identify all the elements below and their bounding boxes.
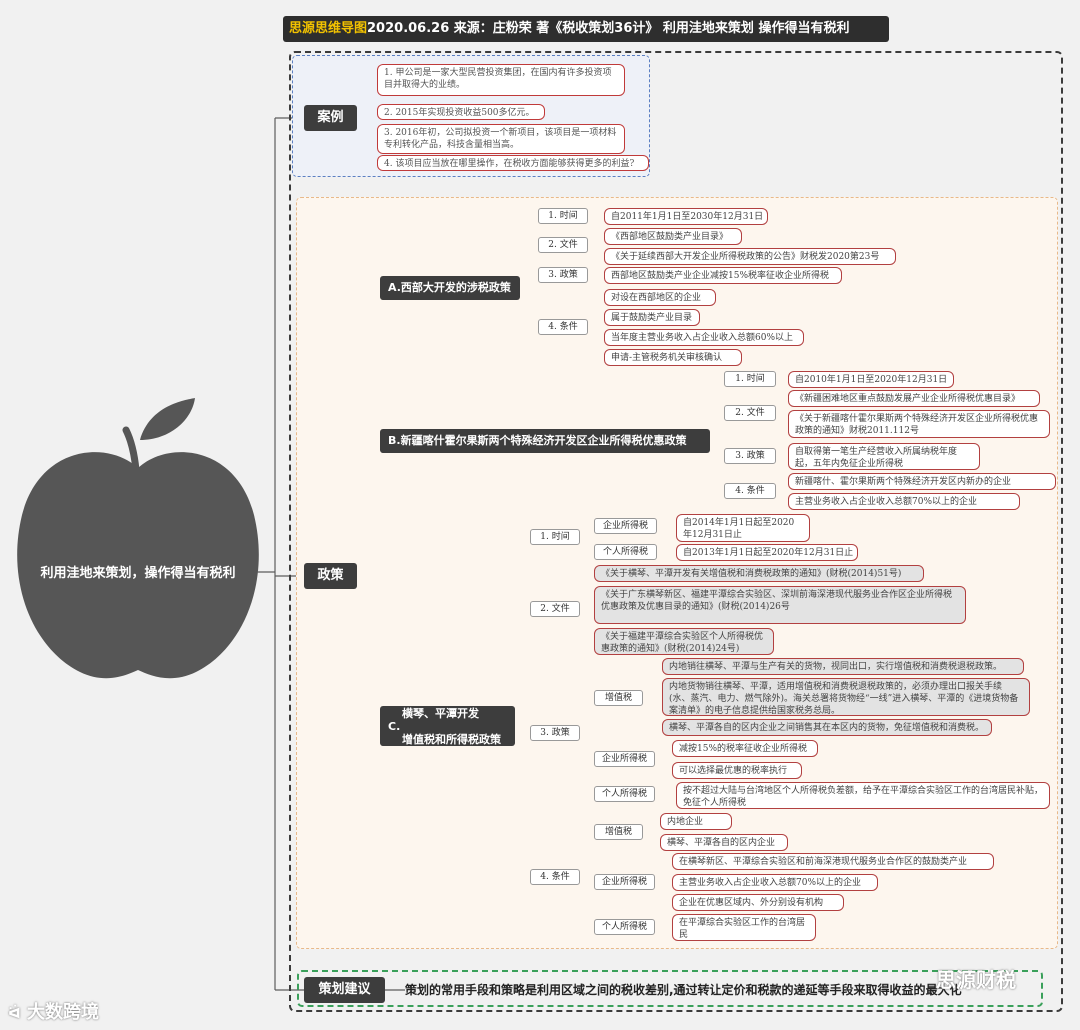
policy-b-doc: 《新疆困难地区重点鼓励发展产业企业所得税优惠目录》 [788,390,1040,407]
policy-b-cond-label: 4. 条件 [724,483,776,499]
policy-a-cond: 当年度主营业务收入占企业收入总额60%以上 [604,329,804,346]
policy-b-policy-label: 3. 政策 [724,448,776,464]
policy-a-cond: 属于鼓励类产业目录 [604,309,700,326]
policy-a-cond-label: 4. 条件 [538,319,588,335]
policy-c-cond-vat: 横琴、平潭各自的区内企业 [660,834,788,851]
policy-a-time: 自2011年1月1日至2030年12月31日 [604,208,768,225]
policy-c-time-sub: 个人所得税 [594,544,657,560]
policy-c-title-line2: 增值税和所得税政策 [402,733,501,746]
policy-b-docs-label: 2. 文件 [724,405,776,421]
policy-a-docs-label: 2. 文件 [538,237,588,253]
policy-c-iit: 按不超过大陆与台湾地区个人所得税负差额，给予在平潭综合实验区工作的台湾居民补贴，… [676,782,1050,809]
policy-b-cond: 主营业务收入占企业收入总额70%以上的企业 [788,493,1020,510]
policy-c-cond-cit: 企业在优惠区域内、外分别设有机构 [672,894,844,911]
case-item: 4. 该项目应当放在哪里操作，在税收方面能够获得更多的利益? [377,155,649,171]
watermark-left: ᐛ 大数跨境 [8,998,99,1024]
watermark-right: 思源财税 [936,964,1016,993]
policy-b-cond: 新疆喀什、霍尔果斯两个特殊经济开发区内新办的企业 [788,473,1056,490]
policy-b-time-label: 1. 时间 [724,371,776,387]
policy-c-cit: 可以选择最优惠的税率执行 [672,762,802,779]
policy-a-time-label: 1. 时间 [538,208,588,224]
policy-c-cit: 减按15%的税率征收企业所得税 [672,740,818,757]
logo-icon: ᐛ [8,1006,21,1022]
policy-a-doc: 《西部地区鼓励类产业目录》 [604,228,742,245]
apple-icon [17,398,259,679]
policy-c-time-label: 1. 时间 [530,529,580,545]
watermark-right-text: 思源财税 [936,968,1016,992]
policy-c-docs-label: 2. 文件 [530,601,580,617]
section-case: 案例 [304,105,357,131]
policy-c-cond-sub: 增值税 [594,824,643,840]
policy-c-cond-label: 4. 条件 [530,869,580,885]
policy-b-title: B.新疆喀什霍尔果斯两个特殊经济开发区企业所得税优惠政策 [380,429,710,453]
policy-c-cond-cit: 在横琴新区、平潭综合实验区和前海深港现代服务业合作区的鼓励类产业 [672,853,994,870]
policy-a-doc: 《关于延续西部大开发企业所得税政策的公告》财税发2020第23号 [604,248,896,265]
policy-a-title: A.西部大开发的涉税政策 [380,276,520,300]
policy-c-doc: 《关于广东横琴新区、福建平潭综合实验区、深圳前海深港现代服务业合作区企业所得税优… [594,586,966,624]
policy-c-title: 横琴、平潭开发 C. 增值税和所得税政策 [380,706,515,746]
section-policy: 政策 [304,563,357,589]
policy-c-time: 自2014年1月1日起至2020年12月31日止 [676,514,810,542]
policy-c-doc: 《关于福建平潭综合实验区个人所得税优惠政策的通知》(财税(2014)24号) [594,628,774,655]
case-item: 2. 2015年实现投资收益500多亿元。 [377,104,545,120]
policy-c-title-line1: 横琴、平潭开发 [402,707,479,720]
policy-c-vat: 内地销往横琴、平潭与生产有关的货物，视同出口，实行增值税和消费税退税政策。 [662,658,1024,675]
banner-text: 2020.06.26 来源：庄粉荣 著《税收策划36计》 利用洼地来策划 操作得… [367,21,850,36]
policy-a-cond: 对设在西部地区的企业 [604,289,716,306]
policy-c-title-prefix: C. [388,720,401,733]
policy-c-vat: 内地货物销往横琴、平潭，适用增值税和消费税退税政策的，必须办理出口报关手续(水、… [662,678,1030,716]
policy-c-time-sub: 企业所得税 [594,518,657,534]
policy-c-policy-label: 3. 政策 [530,725,580,741]
policy-c-cond-iit: 在平潭综合实验区工作的台湾居民 [672,914,816,941]
policy-b-doc: 《关于新疆喀什霍尔果斯两个特殊经济开发区企业所得税优惠政策的通知》财税2011.… [788,410,1050,438]
root-topic: 利用洼地来策划，操作得当有税利 [40,566,236,581]
policy-c-cond-sub: 企业所得税 [594,874,655,890]
title-banner: 思源思维导图2020.06.26 来源：庄粉荣 著《税收策划36计》 利用洼地来… [283,16,889,42]
policy-c-policy-sub: 增值税 [594,690,643,706]
policy-a-cond: 申请-主管税务机关审核确认 [604,349,742,366]
policy-b-time: 自2010年1月1日至2020年12月31日 [788,371,954,388]
banner-prefix: 思源思维导图 [289,21,368,36]
case-item: 3. 2016年初，公司拟投资一个新项目，该项目是一项材料专利转化产品，科技含量… [377,124,625,154]
section-advice: 策划建议 [304,977,385,1003]
policy-a-policy: 西部地区鼓励类产业企业减按15%税率征收企业所得税 [604,267,842,284]
case-item: 1. 甲公司是一家大型民营投资集团，在国内有许多投资项目并取得大的业绩。 [377,64,625,96]
policy-c-policy-sub: 个人所得税 [594,786,655,802]
policy-a-policy-label: 3. 政策 [538,267,588,283]
policy-c-policy-sub: 企业所得税 [594,751,655,767]
watermark-left-text: 大数跨境 [26,1002,99,1023]
policy-b-policy: 自取得第一笔生产经营收入所属纳税年度起，五年内免征企业所得税 [788,443,980,470]
policy-c-vat: 横琴、平潭各自的区内企业之间销售其在本区内的货物，免征增值税和消费税。 [662,719,992,736]
policy-c-cond-sub: 个人所得税 [594,919,655,935]
policy-c-doc: 《关于横琴、平潭开发有关增值税和消费税政策的通知》(财税(2014)51号) [594,565,924,582]
policy-c-cond-cit: 主营业务收入占企业收入总额70%以上的企业 [672,874,878,891]
policy-c-time: 自2013年1月1日起至2020年12月31日止 [676,544,858,561]
policy-c-cond-vat: 内地企业 [660,813,732,830]
